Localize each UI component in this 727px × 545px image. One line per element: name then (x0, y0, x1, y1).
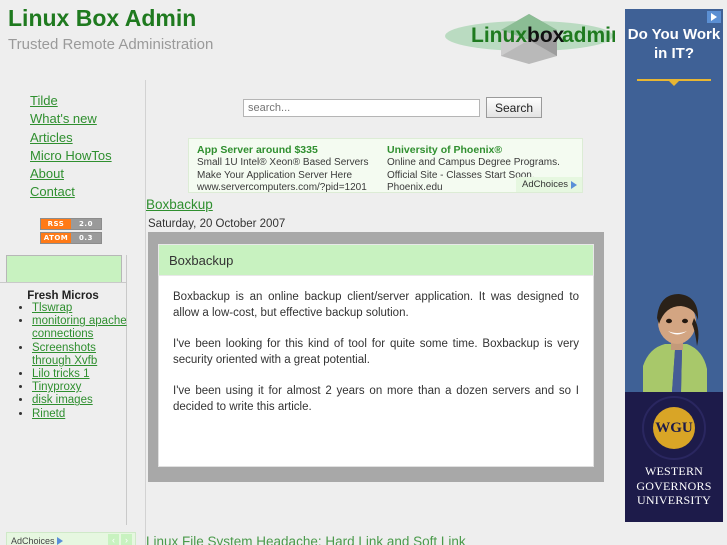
logo-text-admin: admin (562, 24, 615, 47)
list-item: Lilo tricks 1 (32, 368, 136, 381)
ad-headline[interactable]: App Server around $335 (197, 144, 382, 157)
next-article-link[interactable]: Linux File System Headache: Hard Link an… (146, 534, 466, 545)
list-item: monitoring apache connections (32, 315, 136, 341)
nav-item: What's new (0, 110, 112, 128)
search-button[interactable]: Search (486, 97, 543, 118)
sidebar-advertisement[interactable]: AdChoices ‹ › Free Cloud Online Backup P… (6, 532, 136, 545)
fresh-item-screenshots-through-xvfb[interactable]: Screenshots through Xvfb (32, 342, 97, 367)
atom-badge-version: 0.3 (71, 233, 101, 243)
wgu-branding-block: WGU WESTERN GOVERNORS UNIVERSITY (625, 392, 723, 522)
person-illustration (625, 274, 723, 394)
page-root: Linux Box Admin Trusted Remote Administr… (0, 0, 727, 545)
fresh-item-rinetd[interactable]: Rinetd (32, 408, 65, 420)
list-item: Tinyproxy (32, 381, 136, 394)
list-item: Rinetd (32, 408, 136, 421)
fresh-item-tlswrap[interactable]: Tlswrap (32, 302, 72, 314)
article-panel-heading: Boxbackup (158, 244, 594, 276)
wgu-seal-monogram: WGU (653, 407, 695, 449)
sidebar-item-articles[interactable]: Articles (0, 129, 112, 147)
logo-text-linux: Linux (471, 24, 527, 47)
article-panel: Boxbackup Boxbackup is an online backup … (148, 232, 604, 482)
nav-item: Tilde (0, 92, 112, 110)
fresh-item-disk-images[interactable]: disk images (32, 394, 93, 406)
wgu-name-line2: GOVERNORS (636, 478, 712, 493)
adchoices-triangle-icon (56, 537, 63, 545)
ad-url: www.servercomputers.com/?pid=1201 (197, 182, 367, 193)
fresh-micros-heading: Fresh Micros (0, 282, 126, 302)
nav-item: Contact (0, 183, 112, 201)
article-paragraph: Boxbackup is an online backup client/ser… (173, 291, 579, 319)
list-item: Tlswrap (32, 302, 136, 315)
sidebar-item-whats-new[interactable]: What's new (0, 110, 112, 128)
main-navigation: Tilde What's new Articles Micro HowTos A… (0, 92, 112, 202)
prev-arrow-icon[interactable]: ‹ (108, 534, 119, 545)
atom-feed-badge[interactable]: ATOM 0.3 (40, 232, 102, 244)
adchoices-triangle-icon (571, 180, 577, 189)
sidebar-item-contact[interactable]: Contact (0, 183, 112, 201)
adchoices-button[interactable]: AdChoices (516, 177, 582, 192)
right-sidebar: Do You Work in IT? WGU WESTERN GOVERNORS… (620, 0, 727, 545)
nav-item: Micro HowTos (0, 147, 112, 165)
banner-headline-line2: in IT? (654, 45, 694, 62)
next-arrow-icon[interactable]: › (121, 534, 132, 545)
search-bar: Search (243, 97, 543, 118)
article-paragraph: I've been looking for this kind of tool … (173, 338, 579, 366)
feed-badges: RSS 2.0 ATOM 0.3 (40, 218, 102, 246)
wgu-seal-icon: WGU (642, 396, 706, 460)
ad-slot-1[interactable]: App Server around $335 Small 1U Intel® X… (197, 144, 382, 193)
sidebar-ad-header: AdChoices ‹ › (7, 533, 135, 545)
wgu-banner-ad[interactable]: Do You Work in IT? WGU WESTERN GOVERNORS… (625, 9, 723, 522)
atom-badge-name: ATOM (41, 233, 71, 243)
rss-badge-name: RSS (41, 219, 71, 229)
wgu-name-line3: UNIVERSITY (637, 493, 711, 507)
adchoices-triangle-icon[interactable] (707, 11, 721, 23)
fresh-micros-list: Tlswrap monitoring apache connections Sc… (16, 302, 136, 421)
wgu-school-name: WESTERN GOVERNORS UNIVERSITY (625, 464, 723, 508)
nav-item: About (0, 165, 112, 183)
article-title-link[interactable]: Boxbackup (146, 197, 213, 212)
sidebar-ad-nav: ‹ › (108, 534, 132, 545)
search-input[interactable] (243, 98, 480, 117)
banner-person-photo (625, 274, 723, 394)
nav-item: Articles (0, 129, 112, 147)
fresh-item-lilo-tricks-1[interactable]: Lilo tricks 1 (32, 368, 90, 380)
banner-headline: Do You Work in IT? (625, 25, 723, 63)
rss-feed-badge[interactable]: RSS 2.0 (40, 218, 102, 230)
rss-badge-version: 2.0 (71, 219, 101, 229)
sidebar-item-micro-howtos[interactable]: Micro HowTos (0, 147, 112, 165)
list-item: disk images (32, 394, 136, 407)
site-header: Linux Box Admin Trusted Remote Administr… (0, 0, 624, 80)
wgu-name-line1: WESTERN (644, 464, 704, 478)
ad-headline[interactable]: University of Phoenix® (387, 144, 572, 157)
banner-headline-line1: Do You Work (627, 26, 721, 43)
article-paragraph: I've been using it for almost 2 years on… (173, 385, 579, 413)
page-title: Linux Box Admin (8, 5, 197, 31)
left-sidebar: Tilde What's new Articles Micro HowTos A… (0, 80, 145, 545)
sidebar-item-about[interactable]: About (0, 165, 112, 183)
list-item: Screenshots through Xvfb (32, 342, 136, 368)
fresh-item-tinyproxy[interactable]: Tinyproxy (32, 381, 81, 393)
sidebar-item-tilde[interactable]: Tilde (0, 92, 112, 110)
main-content: Search App Server around $335 Small 1U I… (145, 80, 620, 545)
adchoices-label: AdChoices (522, 179, 568, 190)
fresh-item-monitoring-apache-connections[interactable]: monitoring apache connections (32, 315, 127, 340)
linuxboxadmin-logo[interactable]: Linux box admin (443, 2, 624, 64)
logo-svg: Linux box admin (445, 14, 624, 64)
banner-divider-arrow-icon (637, 79, 711, 86)
article-panel-body: Boxbackup is an online backup client/ser… (158, 276, 594, 467)
article-date: Saturday, 20 October 2007 (148, 218, 286, 230)
site-tagline: Trusted Remote Administration (8, 36, 214, 53)
top-advertisement[interactable]: App Server around $335 Small 1U Intel® X… (188, 138, 583, 193)
adchoices-button[interactable]: AdChoices (7, 536, 63, 545)
sidebar-green-placeholder (6, 255, 122, 283)
ad-description: Small 1U Intel® Xeon® Based Servers Make… (197, 157, 369, 181)
logo-text-box: box (527, 24, 565, 47)
adchoices-label: AdChoices (11, 536, 55, 545)
